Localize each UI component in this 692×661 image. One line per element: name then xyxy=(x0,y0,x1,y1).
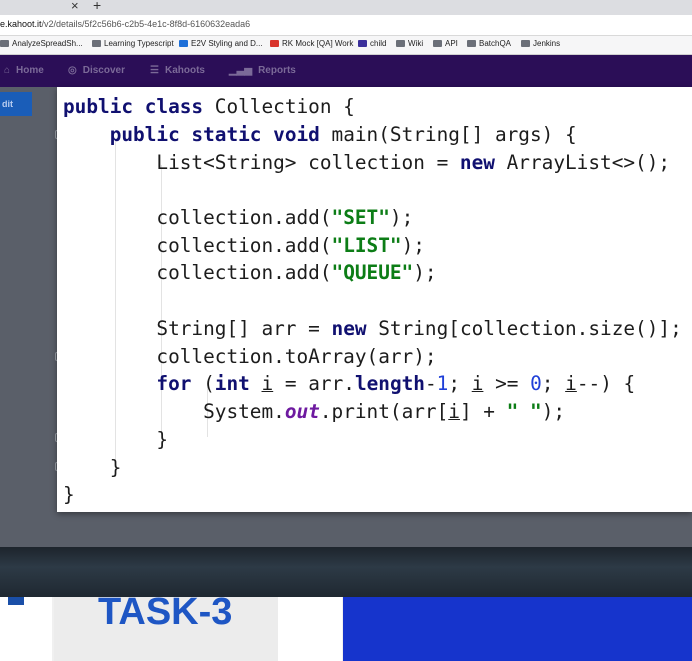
nav-reports[interactable]: ▁▃▅ Reports xyxy=(229,65,296,76)
edit-button[interactable]: dit xyxy=(0,92,32,116)
tab-close-icon[interactable]: × xyxy=(71,0,79,13)
bookmark-jenkins[interactable]: Jenkins xyxy=(521,39,560,48)
code-line-13: } xyxy=(63,428,169,451)
folder-icon xyxy=(467,40,476,47)
code-line-6: collection.add("LIST"); xyxy=(63,234,425,257)
bookmark-rk-mock[interactable]: RK Mock [QA] Work xyxy=(270,39,353,48)
ocean-background xyxy=(0,547,692,597)
blue-tile xyxy=(343,597,692,661)
code-line-11: for (int i = arr.length-1; i >= 0; i--) … xyxy=(156,372,636,395)
bookmark-wiki[interactable]: Wiki xyxy=(396,39,423,48)
compass-icon: ◎ xyxy=(68,65,77,76)
code-line-15: } xyxy=(63,483,75,506)
task-label: TASK-3 xyxy=(98,591,233,633)
code-line-2: public static void main(String[] args) { xyxy=(109,123,577,146)
rk-logo-icon xyxy=(270,40,279,47)
left-tile xyxy=(0,597,52,661)
folder-icon xyxy=(521,40,530,47)
bookmark-batchqa[interactable]: BatchQA xyxy=(467,39,511,48)
folder-icon xyxy=(92,40,101,47)
code-line-5: collection.add("SET"); xyxy=(63,206,414,229)
home-icon: ⌂ xyxy=(4,65,11,76)
bookmark-analyzespreadsheet[interactable]: AnalyzeSpreadSh... xyxy=(0,39,83,48)
code-line-1: public class Collection { xyxy=(63,95,355,118)
bookmark-learning-typescript[interactable]: Learning Typescript xyxy=(92,39,174,48)
code-line-10: collection.toArray(arr); xyxy=(63,345,437,368)
task-tile: TASK-3 xyxy=(54,591,278,661)
nav-home[interactable]: ⌂ Home xyxy=(4,65,44,76)
code-line-7: collection.add("QUEUE"); xyxy=(63,261,437,284)
code-line-14: } xyxy=(63,456,122,479)
url-host: e.kahoot.it xyxy=(0,19,42,29)
nav-discover[interactable]: ◎ Discover xyxy=(68,65,125,76)
list-icon: ☰ xyxy=(150,65,159,76)
bookmarks-bar: AnalyzeSpreadSh... Learning Typescript E… xyxy=(0,36,692,55)
child-icon xyxy=(358,40,367,47)
code-line-9: String[] arr = new String[collection.siz… xyxy=(63,317,682,340)
bar-chart-icon: ▁▃▅ xyxy=(229,65,253,76)
browser-tab-bar: × + xyxy=(0,0,692,15)
url-path: /v2/details/5f2c56b6-c2b5-4e1c-8f8d-6160… xyxy=(41,19,251,29)
folder-icon xyxy=(433,40,442,47)
code-line-3: List<String> collection = new ArrayList<… xyxy=(63,151,671,174)
e2v-logo-icon xyxy=(179,40,188,47)
kahoot-nav-bar: ⌂ Home ◎ Discover ☰ Kahoots ▁▃▅ Reports xyxy=(0,55,692,87)
folder-icon xyxy=(396,40,405,47)
white-tile xyxy=(278,597,342,661)
new-tab-icon[interactable]: + xyxy=(93,0,101,13)
bookmark-e2v-styling[interactable]: E2V Styling and D... xyxy=(179,39,263,48)
address-bar[interactable]: e.kahoot.it/v2/details/5f2c56b6-c2b5-4e1… xyxy=(0,15,692,36)
bookmark-api[interactable]: API xyxy=(433,39,458,48)
code-line-12: System.out.print(arr[i] + " "); xyxy=(63,400,566,423)
flag-icon xyxy=(8,597,24,605)
code-snippet-panel: public class Collection { public static … xyxy=(57,87,692,512)
folder-icon xyxy=(0,40,9,47)
nav-kahoots[interactable]: ☰ Kahoots xyxy=(150,65,205,76)
url-text[interactable]: e.kahoot.it/v2/details/5f2c56b6-c2b5-4e1… xyxy=(0,19,250,29)
bookmark-child[interactable]: child xyxy=(358,39,386,48)
